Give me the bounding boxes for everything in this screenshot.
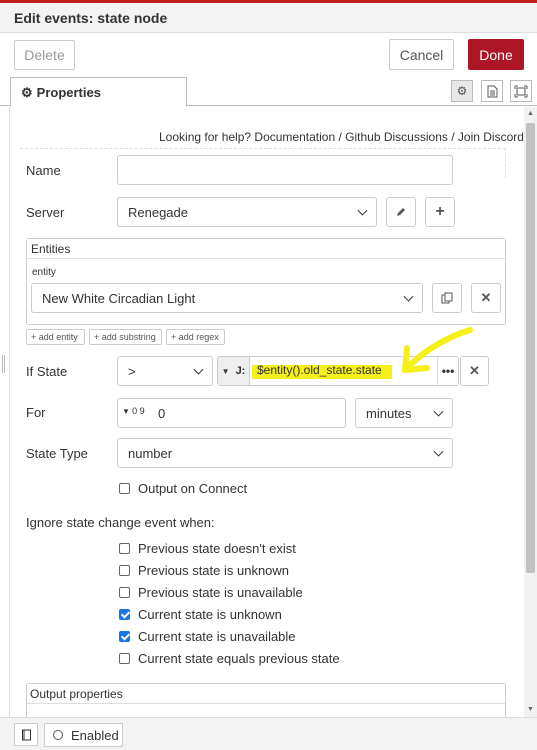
for-label: For <box>26 405 46 420</box>
appearance-tab-button[interactable] <box>510 80 532 102</box>
remove-entity-button[interactable]: ✕ <box>471 283 501 313</box>
scroll-up-icon[interactable]: ▲ <box>527 110 534 117</box>
gear-icon: ⚙ <box>21 85 33 100</box>
state-type-label: State Type <box>26 446 88 461</box>
tab-properties-label: Properties <box>36 85 101 100</box>
ignore-option-label: Current state is unknown <box>138 607 282 622</box>
state-type-select[interactable]: number <box>117 438 453 468</box>
for-type-selector[interactable]: ▼ 0 9 <box>122 406 145 416</box>
copy-entity-button[interactable] <box>432 283 462 313</box>
if-state-operator-value: > <box>128 363 136 379</box>
ignore-option-checkbox[interactable] <box>119 587 130 598</box>
help-divider-vertical <box>505 148 506 178</box>
ignore-option-checkbox[interactable] <box>119 609 130 620</box>
frame-icon <box>514 85 528 97</box>
circle-icon <box>53 730 63 740</box>
done-button[interactable]: Done <box>468 39 524 70</box>
number-type-icon: 0 9 <box>132 406 145 416</box>
if-state-operator-select[interactable]: > <box>117 356 213 386</box>
ignore-option-checkbox[interactable] <box>119 631 130 642</box>
ignore-option-checkbox[interactable] <box>119 565 130 576</box>
node-info-button[interactable] <box>14 723 38 746</box>
server-select[interactable]: Renegade <box>117 197 377 227</box>
copy-icon <box>441 292 453 304</box>
entity-value: New White Circadian Light <box>42 290 196 306</box>
scroll-down-icon[interactable]: ▼ <box>527 706 534 713</box>
edit-server-button[interactable] <box>386 197 416 227</box>
document-icon <box>487 85 497 97</box>
plus-icon: + <box>435 203 445 220</box>
tab-properties[interactable]: ⚙ Properties <box>10 77 187 107</box>
caret-down-icon: ▼ <box>221 366 230 376</box>
cancel-button[interactable]: Cancel <box>389 39 454 70</box>
ignore-option-label: Previous state is unavailable <box>138 585 303 600</box>
ignore-option-checkbox[interactable] <box>119 653 130 664</box>
enabled-label: Enabled <box>71 727 119 743</box>
settings-tab-button[interactable]: ⚙ <box>451 80 473 102</box>
entities-header: Entities <box>27 239 505 259</box>
gear-icon: ⚙ <box>456 84 468 98</box>
server-value: Renegade <box>128 204 188 220</box>
dialog-title: Edit events: state node <box>0 3 537 33</box>
server-label: Server <box>26 205 65 220</box>
for-unit-select[interactable]: minutes <box>355 398 453 428</box>
description-tab-button[interactable] <box>481 80 503 102</box>
add-substring-button[interactable]: + add substring <box>89 329 162 345</box>
if-state-type-selector[interactable]: ▼ J: <box>218 357 250 385</box>
ignore-option-label: Previous state doesn't exist <box>138 541 296 556</box>
output-properties-divider <box>27 703 505 704</box>
delete-button[interactable]: Delete <box>14 40 75 70</box>
book-icon <box>21 729 31 740</box>
help-prefix: Looking for help? <box>159 130 252 144</box>
name-input[interactable] <box>117 155 453 185</box>
ignore-section-label: Ignore state change event when: <box>26 515 215 530</box>
join-discord-link[interactable]: Join Discord <box>458 130 524 144</box>
name-label: Name <box>26 163 61 178</box>
ignore-option-label: Previous state is unknown <box>138 563 290 578</box>
output-properties-header: Output properties <box>30 687 123 701</box>
ignore-option-label: Current state is unavailable <box>138 629 296 644</box>
add-regex-button[interactable]: + add regex <box>166 329 225 345</box>
output-on-connect-label: Output on Connect <box>138 481 248 496</box>
enabled-toggle[interactable]: Enabled <box>44 723 123 747</box>
state-type-value: number <box>128 445 173 461</box>
if-state-value: $entity().old_state.state <box>257 363 382 377</box>
annotation-arrow-icon <box>402 327 473 373</box>
help-divider <box>20 148 506 149</box>
for-unit-value: minutes <box>366 405 412 421</box>
ignore-option-checkbox[interactable] <box>119 543 130 554</box>
caret-down-icon: ▼ <box>122 407 130 416</box>
jsonata-icon: J: <box>235 365 246 377</box>
output-on-connect-checkbox[interactable] <box>119 483 130 494</box>
github-discussions-link[interactable]: Github Discussions <box>345 130 448 144</box>
scrollbar-thumb[interactable] <box>526 123 535 573</box>
for-value: 0 <box>158 405 166 421</box>
add-entity-button[interactable]: + add entity <box>26 329 85 345</box>
close-icon: ✕ <box>480 290 492 305</box>
ignore-option-label: Current state equals previous state <box>138 651 340 666</box>
if-state-label: If State <box>26 364 68 379</box>
help-links: Looking for help? Documentation / Github… <box>159 130 524 144</box>
for-value-input[interactable]: 0 <box>117 398 346 428</box>
resize-grip-icon[interactable] <box>2 355 5 373</box>
entity-select[interactable]: New White Circadian Light <box>31 283 423 313</box>
entity-label: entity <box>32 267 56 278</box>
pencil-icon <box>397 208 405 216</box>
add-server-button[interactable]: + <box>425 197 455 227</box>
documentation-link[interactable]: Documentation <box>254 130 335 144</box>
